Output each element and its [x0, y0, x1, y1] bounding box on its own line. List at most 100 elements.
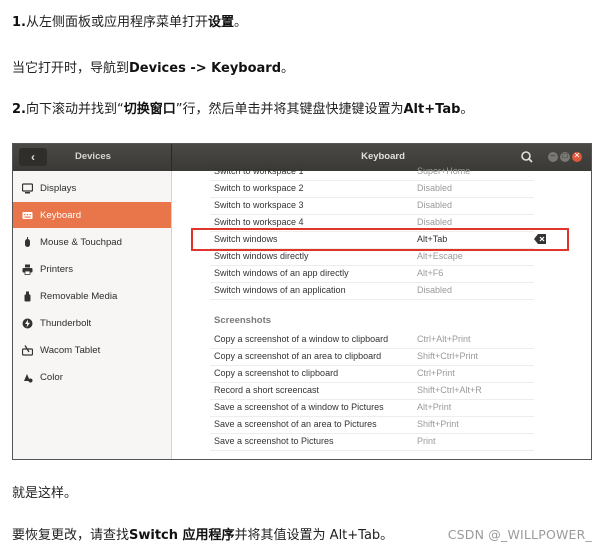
- titlebar-divider: [171, 144, 172, 171]
- shortcut-value: Disabled: [417, 200, 453, 210]
- step-2-number: 2.: [12, 102, 26, 117]
- sidebar-item-label: Displays: [40, 183, 77, 194]
- sidebar-item-label: Color: [40, 372, 63, 383]
- shortcut-value: Alt+Escape: [417, 251, 463, 261]
- sidebar-item-mouse[interactable]: Mouse & Touchpad: [13, 229, 171, 255]
- shortcut-row-copy-screenshot[interactable]: Copy a screenshot to clipboard Ctrl+Prin…: [210, 365, 534, 383]
- step-2-body-1: 向下滚动并找到“: [25, 102, 124, 117]
- shortcut-value: Print: [417, 436, 436, 446]
- shortcut-label: Copy a screenshot of a window to clipboa…: [214, 334, 389, 344]
- step-1-end: 。: [234, 15, 248, 30]
- shortcut-row-copy-area[interactable]: Copy a screenshot of an area to clipboar…: [210, 348, 534, 366]
- shortcut-row-save-area[interactable]: Save a screenshot of an area to Pictures…: [210, 416, 534, 434]
- shortcut-label: Switch to workspace 2: [214, 183, 304, 193]
- shortcut-label: Switch to workspace 1: [214, 166, 304, 176]
- shortcut-label: Save a screenshot of an area to Pictures: [214, 419, 377, 429]
- shortcut-value: Shift+Print: [417, 419, 459, 429]
- shortcut-label: Switch windows of an application: [214, 285, 346, 295]
- minimize-button[interactable]: –: [548, 151, 558, 162]
- shortcut-value: Alt+Print: [417, 402, 452, 412]
- shortcut-label: Record a short screencast: [214, 385, 320, 395]
- shortcut-label: Switch to workspace 4: [214, 217, 304, 227]
- step-1-number: 1.: [12, 15, 26, 30]
- sidebar-title: Devices: [75, 151, 111, 162]
- shortcut-label: Save a screenshot to Pictures: [214, 436, 334, 446]
- sidebar-item-thunderbolt[interactable]: Thunderbolt: [13, 310, 171, 336]
- step-2-bold-1: 切换窗口: [123, 102, 176, 117]
- shortcut-row-workspace-3[interactable]: Switch to workspace 3 Disabled: [210, 197, 534, 215]
- thunderbolt-icon: [22, 318, 33, 329]
- color-icon: [24, 374, 33, 383]
- step-2-end: 。: [460, 102, 474, 117]
- shortcut-row-save-window[interactable]: Save a screenshot of a window to Picture…: [210, 399, 534, 417]
- sidebar-item-label: Printers: [40, 264, 74, 275]
- shortcut-label: Copy a screenshot to clipboard: [214, 368, 339, 378]
- back-button[interactable]: ‹: [19, 148, 47, 166]
- sidebar-item-keyboard[interactable]: Keyboard: [13, 202, 171, 228]
- close-icon: ✕: [573, 151, 581, 160]
- shortcut-value: Shift+Ctrl+Alt+R: [417, 385, 482, 395]
- sidebar-item-label: Wacom Tablet: [40, 345, 101, 356]
- shortcut-row-workspace-1[interactable]: Switch to workspace 1 Super+Home: [210, 163, 534, 181]
- sidebar-item-removable-media[interactable]: Removable Media: [13, 283, 171, 309]
- navigate-body: 当它打开时，导航到: [12, 61, 130, 76]
- usb-icon: [24, 291, 31, 302]
- revert-body-1: 要恢复更改，请查找: [12, 528, 130, 543]
- minimize-icon: –: [550, 151, 556, 160]
- shortcut-value: Disabled: [417, 217, 453, 227]
- sidebar-item-label: Removable Media: [40, 291, 118, 302]
- devices-sidebar: Displays Keyboard Mouse & Touchpad Print…: [13, 171, 172, 459]
- shortcut-row-copy-window[interactable]: Copy a screenshot of a window to clipboa…: [210, 331, 534, 349]
- shortcut-value: Alt+F6: [417, 268, 444, 278]
- step-2-text: 2.向下滚动并找到“切换窗口”行，然后单击并将其键盘快捷键设置为Alt+Tab。: [12, 101, 473, 119]
- navigate-bold: Devices -> Keyboard: [129, 61, 282, 76]
- printer-icon: [22, 264, 33, 275]
- step-2-bold-2: Alt+Tab: [403, 102, 461, 117]
- shortcut-value: Ctrl+Print: [417, 368, 455, 378]
- shortcut-label: Save a screenshot of a window to Picture…: [214, 402, 384, 412]
- sidebar-item-label: Keyboard: [40, 210, 82, 221]
- maximize-icon: □: [562, 151, 568, 160]
- shortcut-value: Super+Home: [417, 166, 471, 176]
- sidebar-item-label: Thunderbolt: [40, 318, 92, 329]
- shortcut-value: Ctrl+Alt+Print: [417, 334, 471, 344]
- tablet-icon: [22, 345, 33, 356]
- shortcut-row-record-screencast[interactable]: Record a short screencast Shift+Ctrl+Alt…: [210, 382, 534, 400]
- shortcut-label: Switch to workspace 3: [214, 200, 304, 210]
- revert-bold: Switch 应用程序: [129, 528, 235, 543]
- shortcut-value: Disabled: [417, 285, 453, 295]
- window-title: Keyboard: [361, 151, 405, 162]
- shortcut-row-save-screenshot[interactable]: Save a screenshot to Pictures Print: [210, 433, 534, 451]
- step-1-body: 从左侧面板或应用程序菜单打开: [25, 15, 208, 30]
- keyboard-shortcuts-panel: Switch to workspace 1 Super+Home Switch …: [172, 166, 591, 459]
- shortcut-value: Shift+Ctrl+Print: [417, 351, 479, 361]
- shortcut-label: Copy a screenshot of an area to clipboar…: [214, 351, 382, 361]
- step-1-text: 1.从左侧面板或应用程序菜单打开设置。: [12, 14, 247, 32]
- sidebar-item-color[interactable]: Color: [13, 364, 171, 390]
- shortcut-label: Switch windows directly: [214, 251, 309, 261]
- navigate-text: 当它打开时，导航到Devices -> Keyboard。: [12, 60, 294, 78]
- clear-shortcut-icon[interactable]: [534, 234, 546, 244]
- settings-screenshot: ‹ Devices Keyboard – □ ✕ Displays Keyboard…: [12, 143, 592, 460]
- shortcut-label: Switch windows of an app directly: [214, 268, 349, 278]
- sidebar-item-printers[interactable]: Printers: [13, 256, 171, 282]
- sidebar-item-displays[interactable]: Displays: [13, 175, 171, 201]
- mouse-icon: [25, 237, 30, 247]
- step-1-bold: 设置: [208, 15, 235, 30]
- highlight-box: [191, 228, 569, 251]
- revert-text: 要恢复更改，请查找Switch 应用程序并将其值设置为 Alt+Tab。: [12, 527, 393, 545]
- chevron-left-icon: ‹: [31, 150, 35, 164]
- shortcut-list: Switch to workspace 1 Super+Home Switch …: [210, 166, 534, 459]
- csdn-watermark: CSDN @_WILLPOWER_: [447, 527, 592, 542]
- shortcut-row-workspace-2[interactable]: Switch to workspace 2 Disabled: [210, 180, 534, 198]
- shortcut-row-switch-app-windows[interactable]: Switch windows of an application Disable…: [210, 282, 534, 300]
- maximize-button[interactable]: □: [560, 151, 570, 162]
- sidebar-item-wacom[interactable]: Wacom Tablet: [13, 337, 171, 363]
- sidebar-item-label: Mouse & Touchpad: [40, 237, 122, 248]
- done-text: 就是这样。: [12, 486, 78, 501]
- display-icon: [22, 183, 33, 194]
- close-button[interactable]: ✕: [572, 151, 582, 162]
- keyboard-icon: [22, 212, 33, 219]
- shortcut-row-switch-app-windows-directly[interactable]: Switch windows of an app directly Alt+F6: [210, 265, 534, 283]
- step-2-body-2: ”行，然后单击并将其键盘快捷键设置为: [175, 102, 404, 117]
